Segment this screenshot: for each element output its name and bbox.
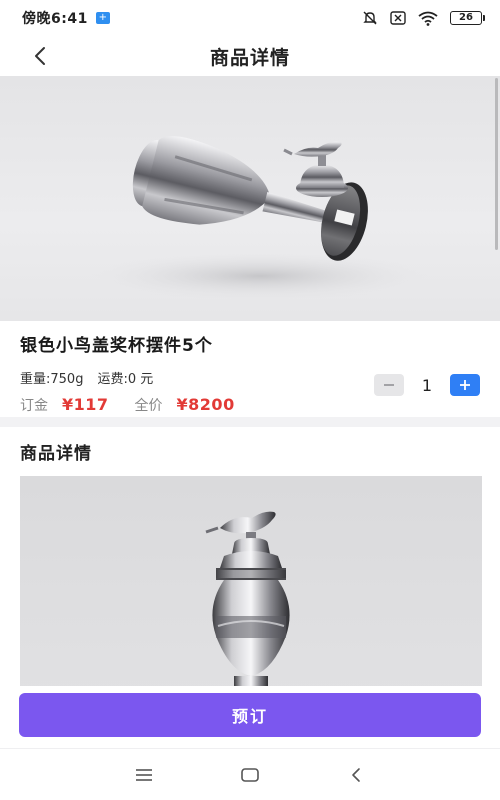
scroll-indicator [495,78,498,250]
product-weight: 重量:750g [20,372,84,387]
mute-icon [362,10,378,26]
action-area: 预订 [0,686,500,748]
plus-icon [460,380,470,390]
status-left: 傍晚6:41 + [22,8,110,28]
status-right: 26 [362,10,485,26]
full-price: ¥8200 [176,395,235,414]
chevron-left-icon [35,47,45,65]
nav-back-button[interactable] [344,763,368,787]
menu-button[interactable] [132,763,156,787]
battery-icon: 26 [450,11,485,25]
price-row: 订金 ¥117 全价 ¥8200 [20,395,480,415]
reserve-button[interactable]: 预订 [19,693,481,737]
product-name: 银色小鸟盖奖杯摆件5个 [20,336,213,356]
system-nav-bar [0,748,500,800]
home-button[interactable] [238,763,262,787]
page-title: 商品详情 [209,46,290,69]
home-icon [241,767,259,782]
details-section: 商品详情 [0,427,500,692]
wifi-icon [418,11,438,26]
back-icon [352,767,360,782]
status-bar: 傍晚6:41 + 26 [0,0,500,36]
product-info-card: 银色小鸟盖奖杯摆件5个 重量:750g 运费:0 元 订金 ¥117 全价 ¥8… [0,321,500,417]
notification-icon: + [95,12,110,24]
menu-icon [136,768,152,781]
quantity-stepper: 1 [374,374,480,396]
increase-quantity-button[interactable] [450,374,480,396]
deposit-price: ¥117 [62,395,109,414]
details-image [20,476,482,692]
deposit-label: 订金 [20,398,48,414]
product-image [0,76,500,321]
minus-icon [384,384,394,386]
page-header: 商品详情 [0,36,500,76]
status-time: 傍晚6:41 [22,11,88,27]
shipping-fee: 运费:0 元 [97,372,154,387]
sim-off-icon [390,11,406,25]
quantity-value: 1 [421,375,433,395]
full-price-label: 全价 [134,398,163,414]
back-button[interactable] [26,42,54,70]
decrease-quantity-button[interactable] [374,374,404,396]
details-title: 商品详情 [20,444,92,464]
